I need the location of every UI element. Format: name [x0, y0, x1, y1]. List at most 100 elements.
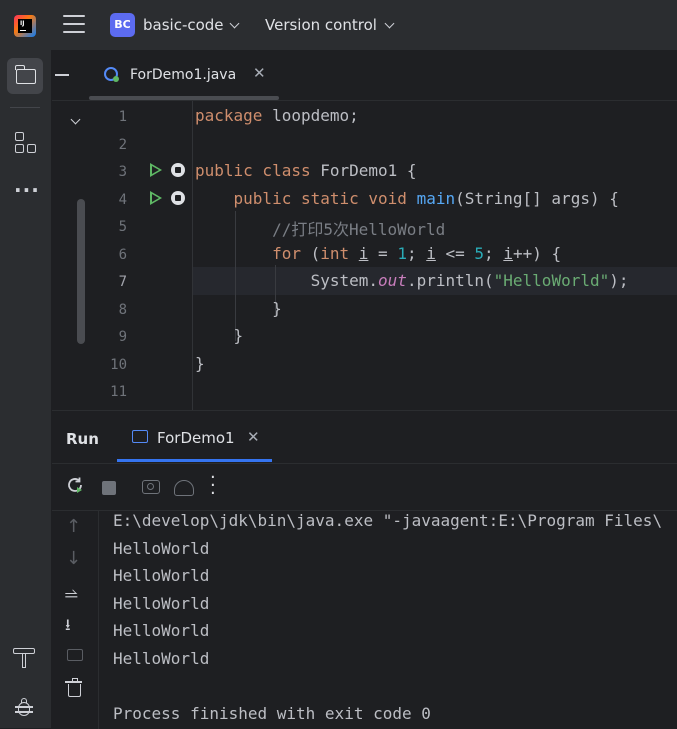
code-token: 1 [397, 243, 407, 263]
line-number: 9 [118, 329, 127, 345]
code-line: } [195, 354, 205, 373]
scroll-to-end-icon[interactable]: ⭳ [65, 614, 85, 641]
code-token: public static void [233, 188, 407, 208]
line-number: 11 [110, 384, 127, 400]
code-line: System.out.println("HelloWorld"); [195, 271, 629, 290]
console-icon [132, 430, 148, 443]
console-line: HelloWorld [113, 566, 210, 585]
code-token: } [195, 298, 282, 318]
line-number: 8 [118, 301, 127, 318]
line-number: 2 [118, 136, 127, 153]
run-class-icon[interactable] [150, 163, 162, 177]
code-token: loopdemo; [262, 106, 359, 125]
line-number: 10 [110, 356, 127, 373]
code-token: ; [484, 243, 504, 263]
code-area[interactable]: package loopdemo; public class ForDemo1 {… [193, 101, 677, 410]
console-output[interactable]: E:\develop\jdk\bin\java.exe "-javaagent:… [99, 510, 677, 729]
code-token: System. [195, 271, 379, 290]
code-line: } [195, 299, 282, 318]
code-token: "HelloWorld" [493, 271, 610, 290]
editor-tab-bar: ForDemo1.java ✕ [52, 50, 677, 101]
intellij-logo-icon[interactable]: IJ [14, 15, 36, 37]
project-tool-button[interactable] [7, 58, 43, 94]
hamburger-icon[interactable] [63, 15, 85, 35]
divider [10, 107, 40, 108]
code-token: } [195, 353, 205, 373]
trash-icon[interactable] [65, 678, 82, 697]
run-panel-title: Run [66, 430, 99, 448]
code-token: out [378, 271, 407, 290]
code-line: //打印5次HelloWorld [195, 216, 445, 240]
console-line: E:\develop\jdk\bin\java.exe "-javaagent:… [113, 511, 663, 530]
folder-icon [15, 65, 36, 84]
camera-icon[interactable] [142, 480, 160, 494]
code-token: i [426, 243, 436, 263]
minimize-icon[interactable] [55, 74, 69, 76]
close-icon[interactable]: ✕ [253, 64, 266, 82]
chevron-down-icon[interactable] [70, 114, 81, 125]
left-tool-strip: ··· [0, 50, 52, 728]
code-token: i [358, 243, 369, 263]
version-control-dropdown[interactable]: Version control [265, 16, 377, 34]
code-token: package [195, 106, 263, 125]
tab-fordemo1-java[interactable]: ForDemo1.java ✕ [92, 50, 282, 100]
run-main-icon[interactable] [150, 191, 162, 205]
line-number: 6 [118, 246, 127, 263]
project-badge[interactable]: BC [110, 13, 135, 37]
console-line: HelloWorld [113, 648, 210, 668]
soft-wrap-icon[interactable]: ⥬ [65, 584, 85, 604]
code-token: ForDemo1 { [310, 161, 417, 180]
hammer-icon[interactable] [13, 646, 37, 670]
close-icon[interactable]: ✕ [247, 428, 260, 446]
more-options-icon[interactable]: · · · [210, 469, 216, 503]
run-tab-fordemo1[interactable]: ForDemo1 ✕ [117, 411, 272, 462]
tab-scroll-indicator[interactable] [89, 96, 279, 100]
active-tab-indicator [117, 459, 272, 462]
console-line: HelloWorld [113, 593, 210, 613]
stop-icon[interactable] [171, 163, 185, 177]
stop-button[interactable] [102, 481, 116, 495]
code-token: = [368, 243, 398, 263]
editor-area: ForDemo1.java ✕ 1 2 3 4 5 6 7 8 9 10 11 package lo… [52, 50, 677, 410]
chevron-down-icon[interactable] [384, 18, 395, 29]
line-number: 1 [118, 109, 127, 125]
code-token: for [272, 243, 301, 263]
arrow-up-icon[interactable]: ↑ [66, 516, 81, 537]
line-number: 5 [118, 219, 127, 235]
arrow-down-icon[interactable]: ↓ [66, 548, 81, 569]
code-line: public class ForDemo1 { [195, 161, 417, 180]
project-name-dropdown[interactable]: basic-code [143, 16, 224, 34]
line-number: 7 [118, 274, 127, 290]
code-line: public static void main(String[] args) { [195, 189, 619, 208]
print-icon[interactable] [67, 649, 83, 661]
code-token: (String[] args) { [455, 188, 619, 208]
scrollbar[interactable] [77, 199, 85, 344]
tab-label: ForDemo1.java [130, 67, 237, 83]
code-token: ; [406, 243, 427, 263]
more-icon[interactable]: ··· [14, 178, 40, 202]
code-line: package loopdemo; [195, 106, 359, 125]
chevron-down-icon[interactable] [229, 18, 240, 29]
bug-icon[interactable] [15, 697, 33, 717]
profiler-icon[interactable] [174, 480, 194, 496]
code-line: for (int i = 1; i <= 5; i++) { [195, 244, 561, 263]
structure-icon[interactable] [15, 132, 37, 154]
line-number: 4 [118, 191, 127, 208]
top-bar: IJ BC basic-code Version control [0, 0, 677, 50]
code-token: .println( [406, 271, 494, 290]
code-token: ); [609, 271, 629, 290]
rerun-icon[interactable] [66, 476, 84, 494]
code-line: } [195, 326, 244, 345]
console-side-toolbar: ↑ ↓ ⥬ ⭳ [52, 510, 99, 729]
fold-gutter [52, 101, 89, 410]
code-token: ++) { [512, 243, 562, 263]
code-token: 5 [474, 243, 485, 263]
code-token: <= [435, 243, 475, 263]
stop-icon[interactable] [171, 191, 185, 205]
code-token: public class [195, 161, 311, 180]
